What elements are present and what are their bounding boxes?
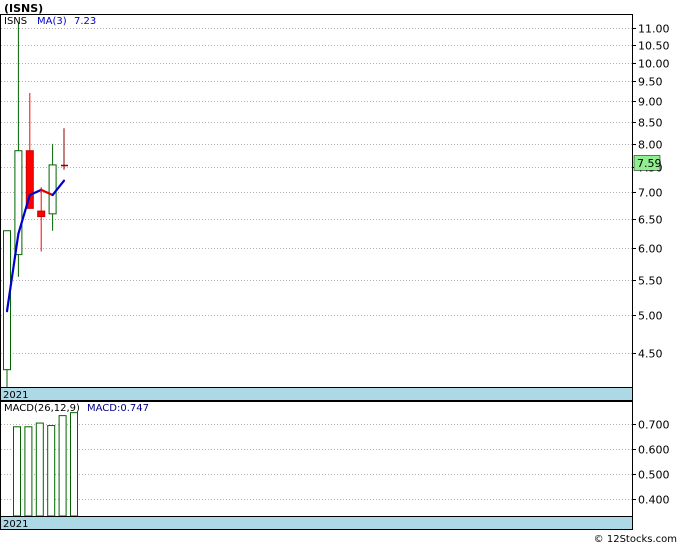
macd-bar: [70, 412, 78, 517]
ma-label: MA(3): [37, 16, 67, 27]
ma-value-label: 7.23: [74, 16, 96, 27]
last-price-tag: 7.59: [633, 155, 662, 171]
macd-y-axis: 0.400 0.500 0.600 0.700: [632, 419, 670, 507]
price-panel: 4.505.005.506.006.507.007.508.008.509.00…: [0, 14, 670, 401]
macd-tick-label: 0.700: [638, 419, 670, 432]
macd-bar: [47, 425, 56, 517]
price-tick-label: 5.00: [638, 310, 663, 323]
macd-date-strip: [0, 516, 633, 530]
price-tick-label: 6.00: [638, 243, 663, 256]
ticker-label: ISNS: [4, 16, 27, 27]
macd-label: MACD(26,12,9): [4, 403, 80, 414]
last-price-label: 7.59: [637, 157, 662, 170]
price-tick-label: 4.50: [638, 348, 663, 361]
price-tick-label: 7.00: [638, 187, 663, 200]
price-tick-label: 9.50: [638, 76, 663, 89]
watermark: © 12Stocks.com: [594, 534, 677, 545]
macd-bar: [13, 426, 21, 517]
price-y-axis: 4.505.005.506.006.507.007.508.008.509.00…: [632, 23, 670, 361]
price-tick-label: 9.00: [638, 96, 663, 109]
price-tick-label: 8.00: [638, 139, 663, 152]
price-tick-label: 11.00: [638, 23, 670, 36]
macd-panel: 0.400 0.500 0.600 0.700 MACD(26,12,9) MACD:…: [0, 401, 670, 530]
price-tick-label: 5.50: [638, 275, 663, 288]
price-tick-label: 8.50: [638, 117, 663, 130]
macd-x-label: 2021: [3, 519, 28, 530]
macd-bar: [35, 422, 44, 517]
price-date-strip: [0, 387, 633, 401]
chart-title: (ISNS): [4, 2, 43, 15]
price-tick-label: 10.00: [638, 58, 670, 71]
macd-tick-label: 0.600: [638, 444, 670, 457]
candle-body: [37, 210, 46, 218]
macd-value-label: MACD:0.747: [87, 403, 149, 414]
price-panel-frame: [0, 14, 633, 388]
macd-bar: [58, 415, 67, 517]
price-tick-label: 6.50: [638, 214, 663, 227]
price-x-label: 2021: [3, 390, 28, 401]
price-tick-label: 10.50: [638, 40, 670, 53]
stock-chart: (ISNS) 4.505.005.506.006.507.007.508.008…: [0, 2, 677, 545]
candle-body: [48, 164, 57, 215]
macd-bar: [24, 426, 33, 517]
macd-tick-label: 0.500: [638, 469, 670, 482]
macd-tick-label: 0.400: [638, 494, 670, 507]
